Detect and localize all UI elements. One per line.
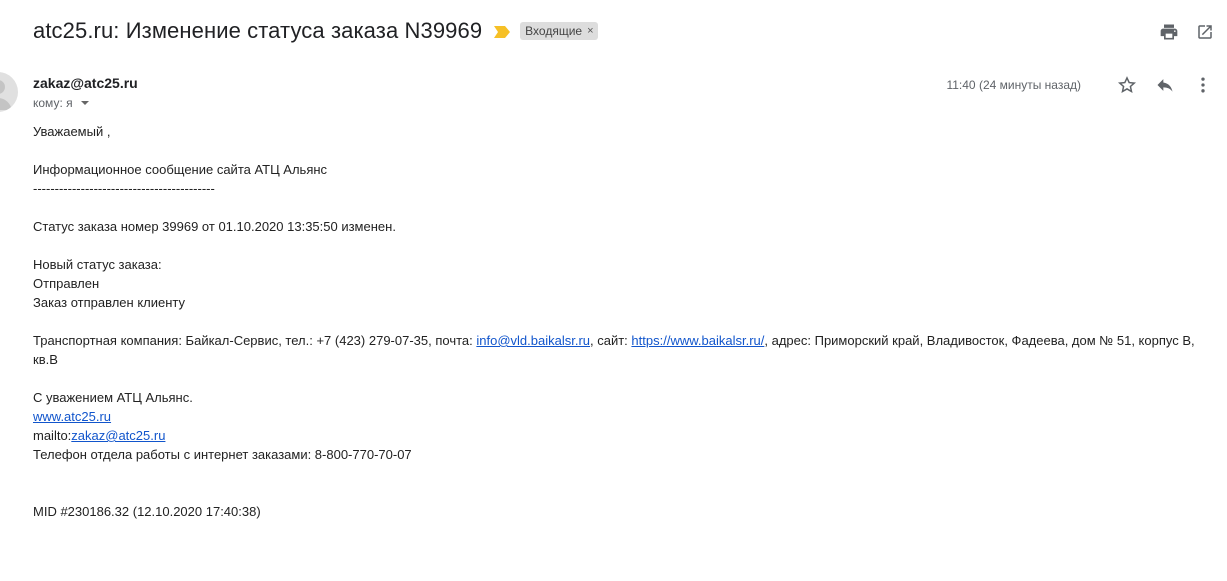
remove-label-icon[interactable]: ×: [587, 25, 593, 37]
phone-line: Телефон отдела работы с интернет заказам…: [33, 447, 412, 462]
mid-line: MID #230186.32 (12.10.2020 17:40:38): [33, 504, 261, 519]
mailto-link[interactable]: zakaz@atc25.ru: [71, 428, 165, 443]
reply-icon[interactable]: [1153, 73, 1177, 97]
info-line: Информационное сообщение сайта АТЦ Альян…: [33, 162, 328, 177]
separator-line: ----------------------------------------…: [33, 181, 215, 196]
site-link[interactable]: www.atc25.ru: [33, 409, 111, 424]
transport-info: Транспортная компания: Байкал-Сервис, те…: [33, 331, 1203, 369]
message-time: 11:40 (24 минуты назад): [946, 78, 1081, 92]
email-body: Уважаемый , Информационное сообщение сай…: [33, 122, 1203, 521]
open-in-new-window-icon[interactable]: [1195, 22, 1215, 42]
email-subject: atc25.ru: Изменение статуса заказа N3996…: [33, 18, 483, 43]
star-icon[interactable]: [1115, 73, 1139, 97]
mailto-line: mailto:zakaz@atc25.ru: [33, 426, 1203, 445]
label-text: Входящие: [525, 24, 583, 38]
greeting: Уважаемый ,: [33, 124, 111, 139]
site-line: www.atc25.ru: [33, 407, 1203, 426]
inbox-label-chip[interactable]: Входящие ×: [520, 22, 598, 40]
transport-site-prefix: , сайт:: [590, 333, 632, 348]
subject-row: atc25.ru: Изменение статуса заказа N3996…: [33, 18, 598, 44]
transport-email-link[interactable]: info@vld.baikalsr.ru: [476, 333, 590, 348]
importance-marker-icon[interactable]: [494, 25, 511, 38]
status-description: Заказ отправлен клиенту: [33, 295, 186, 310]
sender-email[interactable]: zakaz@atc25.ru: [33, 75, 138, 91]
chevron-down-icon[interactable]: [80, 101, 89, 105]
avatar[interactable]: [0, 72, 18, 112]
status-line: Статус заказа номер 39969 от 01.10.2020 …: [33, 219, 396, 234]
print-icon[interactable]: [1159, 22, 1179, 42]
recipient-label: кому: я: [33, 96, 73, 110]
transport-site-link[interactable]: https://www.baikalsr.ru/: [631, 333, 764, 348]
regards-line: С уважением АТЦ Альянс.: [33, 390, 193, 405]
transport-prefix: Транспортная компания: Байкал-Сервис, те…: [33, 333, 477, 348]
recipient-line[interactable]: кому: я: [33, 96, 89, 110]
thread-actions: [1159, 22, 1215, 42]
mailto-prefix: mailto:: [33, 428, 72, 443]
new-status-label: Новый статус заказа:: [33, 257, 162, 272]
status-value: Отправлен: [33, 276, 100, 291]
more-vert-icon[interactable]: [1191, 73, 1215, 97]
message-meta: 11:40 (24 минуты назад): [946, 73, 1215, 97]
